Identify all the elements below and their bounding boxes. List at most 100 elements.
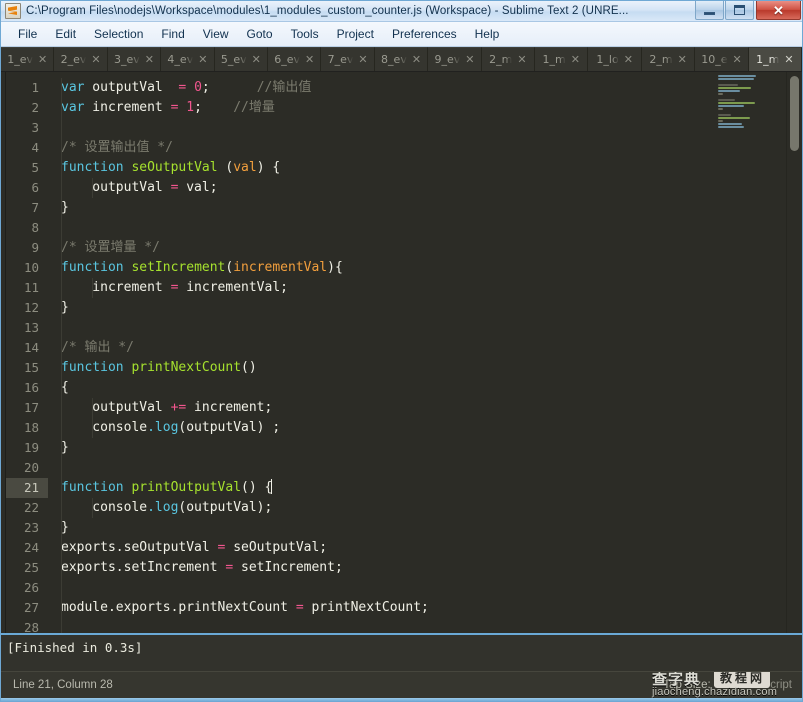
editor-tab[interactable]: 1_m ✕ — [748, 47, 802, 71]
code-line: console.log(outputVal) ; — [61, 418, 802, 438]
tab-label: 3_ev — [114, 53, 140, 66]
editor-tab[interactable]: 1_m ✕ — [535, 47, 589, 71]
code-line: } — [61, 298, 802, 318]
minimap-line — [718, 99, 736, 101]
scrollbar-thumb[interactable] — [790, 76, 799, 151]
code-token: console — [61, 500, 148, 515]
menu-item-project[interactable]: Project — [328, 24, 383, 45]
editor-tab[interactable]: 10_e ✕ — [695, 47, 749, 71]
maximize-button[interactable] — [725, 1, 754, 20]
editor-tab[interactable]: 2_ev ✕ — [54, 47, 108, 71]
code-line: function seOutputVal (val) { — [61, 158, 802, 178]
minimap-line — [718, 87, 751, 89]
line-number: 22 — [23, 500, 39, 515]
editor-tab[interactable]: 9_ev ✕ — [428, 47, 482, 71]
syntax-indicator[interactable]: JavaScript — [738, 679, 792, 691]
maximize-icon — [734, 5, 745, 15]
tab-close-icon[interactable]: ✕ — [784, 54, 793, 65]
minimap-line — [718, 75, 757, 77]
code-token: /* 设置输出值 */ — [61, 140, 173, 155]
line-number: 25 — [23, 560, 39, 575]
editor-tab[interactable]: 5_ev ✕ — [214, 47, 269, 71]
editor-tab[interactable]: 4_ev ✕ — [161, 47, 215, 71]
tab-close-icon[interactable]: ✕ — [733, 54, 742, 65]
menu-item-goto[interactable]: Goto — [238, 24, 282, 45]
tab-close-icon[interactable]: ✕ — [145, 54, 154, 65]
code-token: seOutputVal; — [225, 540, 328, 555]
editor-tab[interactable]: 3_ev ✕ — [107, 47, 162, 71]
menu-item-view[interactable]: View — [194, 24, 238, 45]
tab-label: 6_ev — [274, 53, 301, 66]
code-line: console.log(outputVal); — [61, 498, 802, 518]
tab-close-icon[interactable]: ✕ — [91, 54, 100, 65]
code-line: outputVal += increment; — [61, 398, 802, 418]
code-token: var — [61, 100, 85, 115]
menu-item-find[interactable]: Find — [152, 24, 193, 45]
close-button[interactable]: ✕ — [756, 1, 801, 20]
code-token: printOutputVal — [131, 480, 242, 495]
tab-close-icon[interactable]: ✕ — [38, 54, 47, 65]
menu-item-help[interactable]: Help — [466, 24, 509, 45]
tab-close-icon[interactable]: ✕ — [358, 54, 367, 65]
menu-item-tools[interactable]: Tools — [282, 24, 328, 45]
tab-bar: 1_ev ✕ 2_ev ✕ 3_ev ✕ 4_ev ✕ 5_ev ✕ 6_ev ✕ 7_ev ✕ 8_ev ✕… — [1, 47, 802, 72]
tab-label: 1_m — [542, 53, 566, 66]
menu-item-selection[interactable]: Selection — [85, 24, 152, 45]
build-output-panel[interactable]: [Finished in 0.3s] — [1, 633, 802, 671]
tab-label: 5_ev — [220, 53, 247, 66]
tab-close-icon[interactable]: ✕ — [252, 54, 261, 65]
code-token: ){ — [327, 260, 343, 275]
code-token: .log — [147, 500, 179, 515]
line-number: 9 — [31, 240, 39, 255]
line-number: 28 — [23, 620, 39, 633]
code-token: exports.seOutputVal — [61, 540, 218, 555]
line-number: 17 — [23, 400, 39, 415]
line-number: 20 — [23, 460, 39, 475]
code-token: } — [61, 200, 69, 215]
editor-tab[interactable]: 8_ev ✕ — [374, 47, 429, 71]
window-title: C:\Program Files\nodejs\Workspace\module… — [26, 5, 629, 17]
tab-close-icon[interactable]: ✕ — [678, 54, 687, 65]
code-line: { — [61, 378, 802, 398]
editor-tab[interactable]: 2_m ✕ — [481, 47, 536, 71]
code-token: ) { — [256, 160, 281, 175]
code-line: increment = incrementVal; — [61, 278, 802, 298]
text-cursor — [271, 479, 273, 494]
code-line: exports.seOutputVal = seOutputVal; — [61, 538, 802, 558]
tab-close-icon[interactable]: ✕ — [412, 54, 421, 65]
editor-tab[interactable]: 1_ev ✕ — [1, 47, 55, 71]
minimap[interactable] — [716, 72, 786, 128]
editor-tab[interactable]: 1_lo ✕ — [588, 47, 642, 71]
tab-label: 2_m — [649, 53, 673, 66]
menu-bar: File Edit Selection Find View Goto Tools Projec… — [1, 22, 802, 47]
editor-tab[interactable]: 7_ev ✕ — [321, 47, 375, 71]
line-number: 1 — [31, 80, 39, 95]
menu-item-preferences[interactable]: Preferences — [383, 24, 466, 45]
tab-size-indicator[interactable]: Tab Size: 4 — [663, 679, 720, 691]
code-content[interactable]: var outputVal = 0; //输出值 var increment = … — [48, 72, 802, 633]
editor-tab[interactable]: 2_m ✕ — [641, 47, 696, 71]
minimize-icon — [704, 11, 715, 15]
editor-tab[interactable]: 6_ev ✕ — [268, 47, 322, 71]
tab-label: 2_m — [489, 53, 513, 66]
tab-close-icon[interactable]: ✕ — [465, 54, 474, 65]
code-line: outputVal = val; — [61, 178, 802, 198]
code-token: (outputVal); — [178, 500, 273, 515]
minimap-line — [718, 108, 724, 110]
minimap-line — [718, 90, 741, 92]
menu-item-edit[interactable]: Edit — [46, 24, 85, 45]
tab-close-icon[interactable]: ✕ — [571, 54, 580, 65]
tab-close-icon[interactable]: ✕ — [624, 54, 633, 65]
code-token: incrementVal; — [178, 280, 288, 295]
menu-item-file[interactable]: File — [9, 24, 46, 45]
tab-close-icon[interactable]: ✕ — [517, 54, 526, 65]
indent-guide — [92, 278, 93, 298]
line-number: 15 — [23, 360, 39, 375]
vertical-scrollbar[interactable] — [786, 72, 802, 633]
code-token: increment — [61, 280, 171, 295]
minimize-button[interactable] — [695, 1, 724, 20]
minimap-line — [718, 102, 755, 104]
tab-close-icon[interactable]: ✕ — [198, 54, 207, 65]
tab-close-icon[interactable]: ✕ — [305, 54, 314, 65]
